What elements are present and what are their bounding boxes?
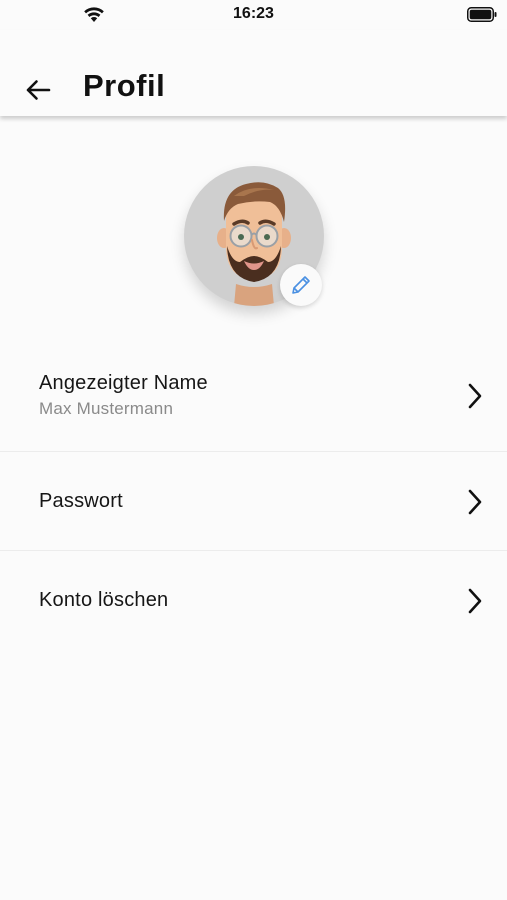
edit-avatar-button[interactable]: [280, 264, 322, 306]
status-bar: 16:23: [0, 0, 507, 30]
battery-full-icon: [467, 7, 497, 22]
list-item-display-name[interactable]: Angezeigter Name Max Mustermann: [0, 340, 507, 452]
list-item-password[interactable]: Passwort: [0, 452, 507, 551]
list-item-title: Konto löschen: [39, 589, 169, 611]
list-item-title: Angezeigter Name: [39, 372, 208, 394]
arrow-left-icon: [26, 80, 51, 100]
chevron-right-icon: [468, 383, 482, 409]
chevron-right-icon: [468, 489, 482, 515]
chevron-right-icon: [468, 588, 482, 614]
list-item-title: Passwort: [39, 490, 123, 512]
settings-list: Angezeigter Name Max Mustermann Passwort…: [0, 340, 507, 650]
profile-avatar-section: [184, 166, 324, 306]
list-item-delete-account[interactable]: Konto löschen: [0, 551, 507, 650]
status-time: 16:23: [233, 5, 274, 22]
app-bar: Profil: [0, 30, 507, 116]
page-title: Profil: [83, 68, 166, 103]
list-item-subtitle: Max Mustermann: [39, 399, 174, 418]
back-button[interactable]: [20, 72, 56, 108]
pencil-icon: [292, 276, 310, 294]
